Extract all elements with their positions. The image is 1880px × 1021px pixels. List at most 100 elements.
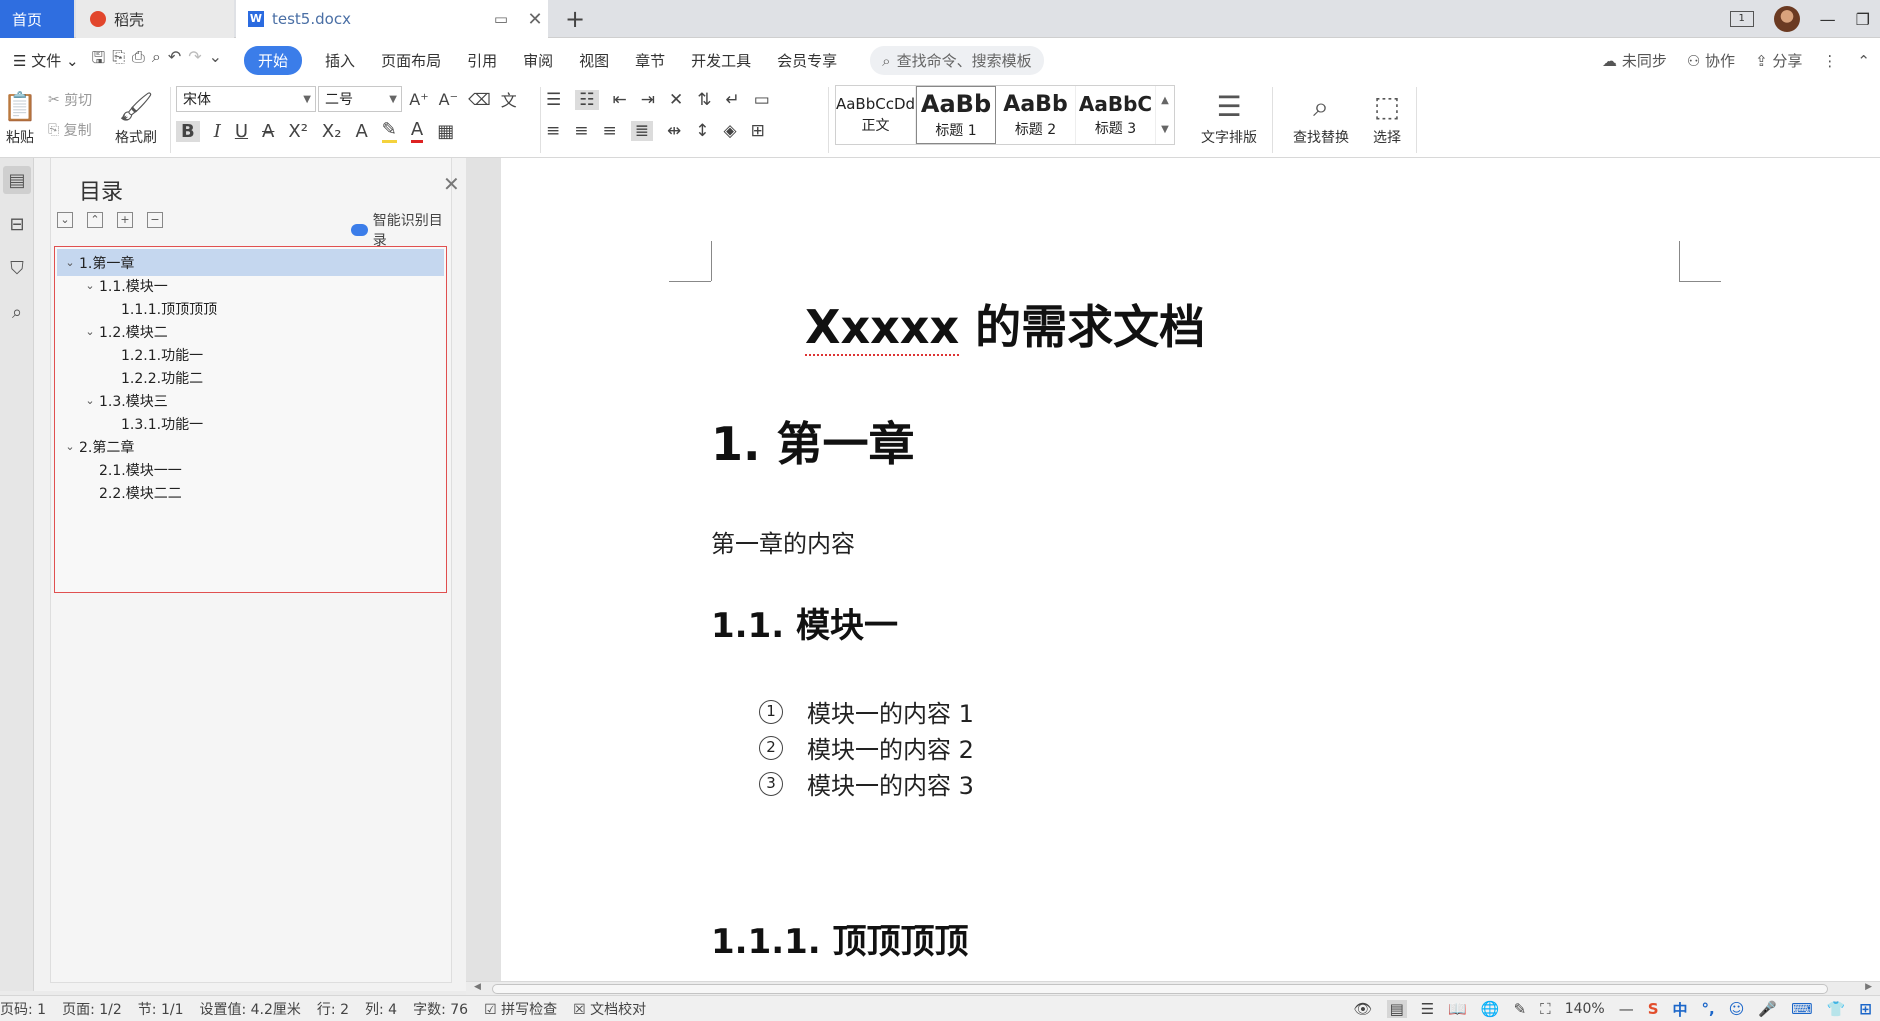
menu-tab-view[interactable]: 视图 <box>566 50 622 71</box>
smart-toc-button[interactable]: 智能识别目录 <box>351 210 451 250</box>
style-heading-3[interactable]: AaBbC 标题 3 <box>1076 86 1156 144</box>
web-view-icon[interactable]: 🌐 <box>1481 1000 1500 1018</box>
close-tab-icon[interactable]: ✕ <box>522 9 548 30</box>
chevron-up-icon[interactable]: ▲ <box>1161 95 1169 106</box>
chevron-down-icon[interactable]: ⌄ <box>81 279 99 292</box>
decrease-indent-icon[interactable]: ⇤ <box>613 90 627 110</box>
numbering-icon[interactable]: ☷ <box>575 90 599 110</box>
line-spacing-icon[interactable]: ↕ <box>695 121 709 141</box>
redo-icon[interactable]: ↷ <box>188 47 201 74</box>
collapse-ribbon-icon[interactable]: ⌃ <box>1857 52 1870 70</box>
monitor-icon[interactable]: ▭ <box>488 10 514 28</box>
proofread-button[interactable]: ☒ 文档校对 <box>573 999 646 1019</box>
bold-icon[interactable]: B <box>176 120 200 142</box>
cut-button[interactable]: ✂ 剪切 <box>48 89 92 111</box>
save-icon[interactable]: 🖫 <box>92 47 106 74</box>
chapter-icon[interactable]: ⊟ <box>3 210 31 238</box>
eye-protection-icon[interactable]: 👁 <box>1354 1000 1373 1018</box>
restore-icon[interactable]: ❐ <box>1856 10 1870 29</box>
menu-tab-page-layout[interactable]: 页面布局 <box>368 50 454 71</box>
text-effect-icon[interactable]: A <box>355 121 367 142</box>
horizontal-scrollbar[interactable]: ◀ ▶ <box>466 981 1880 995</box>
text-layout-button[interactable]: ☰ 文字排版 <box>1192 87 1266 147</box>
ime-punct-icon[interactable]: °, <box>1702 1000 1715 1018</box>
new-tab-button[interactable]: + <box>556 0 594 38</box>
tab-daoke[interactable]: 稻壳 <box>76 0 234 38</box>
menu-tab-member[interactable]: 会员专享 <box>764 50 850 71</box>
zoom-slider[interactable]: — <box>1619 1000 1634 1018</box>
toc-item[interactable]: 2.2.模块二二 <box>57 479 444 506</box>
phonetic-icon[interactable]: 文 <box>501 87 517 111</box>
style-gallery-scroll[interactable]: ▲ ▼ <box>1156 86 1174 144</box>
minimize-icon[interactable]: — <box>1820 10 1836 29</box>
subscript-icon[interactable]: X₂ <box>322 121 342 142</box>
scroll-left-icon[interactable]: ◀ <box>474 982 481 992</box>
undo-icon[interactable]: ↶ <box>168 47 181 74</box>
page-view-icon[interactable]: ▤ <box>1386 1000 1407 1018</box>
voice-icon[interactable]: 🎤 <box>1758 1000 1777 1018</box>
style-heading-1[interactable]: AaBb 标题 1 <box>916 86 996 144</box>
print-preview-icon[interactable]: ⌕ <box>152 47 161 74</box>
status-word-count[interactable]: 字数: 76 <box>413 999 468 1019</box>
share-button[interactable]: ⇪ 分享 <box>1755 50 1802 71</box>
increase-indent-icon[interactable]: ⇥ <box>641 90 655 110</box>
chevron-down-icon[interactable]: ⌄ <box>61 440 79 453</box>
chinese-layout-icon[interactable]: ✕ <box>669 90 683 110</box>
chevron-down-icon[interactable]: ⌄ <box>81 394 99 407</box>
search-icon[interactable]: ⌕ <box>3 298 31 326</box>
remove-heading-icon[interactable]: − <box>147 212 163 228</box>
reading-view-icon[interactable]: 📖 <box>1448 1000 1467 1018</box>
user-avatar[interactable] <box>1773 6 1800 32</box>
find-replace-button[interactable]: ⌕ 查找替换 <box>1284 87 1358 147</box>
distributed-icon[interactable]: ⇹ <box>667 121 681 141</box>
align-right-icon[interactable]: ≡ <box>603 121 617 141</box>
align-center-icon[interactable]: ≡ <box>574 121 588 141</box>
pen-icon[interactable]: ✎ <box>1514 1000 1527 1018</box>
bullets-icon[interactable]: ☰ <box>546 90 561 110</box>
menu-tab-chapter[interactable]: 章节 <box>622 50 678 71</box>
format-painter-button[interactable]: 🖌 格式刷 <box>108 87 164 147</box>
sort-icon[interactable]: ⇅ <box>697 90 711 110</box>
justify-icon[interactable]: ≣ <box>630 121 653 141</box>
tab-home[interactable]: 首页 <box>0 0 74 38</box>
underline-icon[interactable]: U <box>235 121 248 142</box>
print-icon[interactable]: ⎙ <box>132 47 145 74</box>
close-panel-icon[interactable]: ✕ <box>443 172 460 196</box>
copy-button[interactable]: ⎘ 复制 <box>48 119 92 141</box>
strikethrough-icon[interactable]: A <box>262 121 274 142</box>
command-search[interactable]: ⌕ 查找命令、搜索模板 <box>870 46 1044 75</box>
expand-all-icon[interactable]: ⌄ <box>57 212 73 228</box>
menu-tab-insert[interactable]: 插入 <box>312 50 368 71</box>
menu-tab-start[interactable]: 开始 <box>244 46 303 75</box>
chevron-down-icon[interactable]: ⌄ <box>81 325 99 338</box>
style-normal[interactable]: AaBbCcDd 正文 <box>836 86 916 144</box>
borders-icon[interactable]: ⊞ <box>751 121 765 141</box>
highlight-icon[interactable]: ✎ <box>381 119 397 143</box>
chevron-down-icon[interactable]: ⌄ <box>61 256 79 269</box>
scroll-right-icon[interactable]: ▶ <box>1865 982 1872 992</box>
collapse-all-icon[interactable]: ⌃ <box>87 212 103 228</box>
table-border-icon[interactable]: ▭ <box>754 90 770 110</box>
menu-tab-references[interactable]: 引用 <box>454 50 510 71</box>
skin-icon[interactable]: 👕 <box>1827 1000 1846 1018</box>
spell-check-button[interactable]: ☑ 拼写检查 <box>484 999 557 1019</box>
italic-icon[interactable]: I <box>214 121 221 142</box>
export-icon[interactable]: ⎘ <box>112 47 125 74</box>
emoji-icon[interactable]: ☺ <box>1729 1000 1745 1018</box>
document-page[interactable]: Xxxxx 的需求文档 1. 第一章 第一章的内容 1.1. 模块一 1 模块一的… <box>501 158 1880 981</box>
collab-button[interactable]: ⚇ 协作 <box>1687 50 1735 71</box>
tab-document[interactable]: W test5.docx ▭ ✕ <box>236 0 548 38</box>
zoom-level[interactable]: 140% <box>1565 1001 1605 1017</box>
show-marks-icon[interactable]: ↵ <box>726 90 740 110</box>
char-shading-icon[interactable]: ▦ <box>437 121 454 142</box>
chevron-down-icon[interactable]: ▼ <box>1161 124 1169 135</box>
menu-tab-developer[interactable]: 开发工具 <box>678 50 764 71</box>
window-layout-icon[interactable]: 1 <box>1729 11 1754 27</box>
grow-font-icon[interactable]: A⁺ <box>409 90 428 109</box>
ime-menu-icon[interactable]: ⊞ <box>1859 1000 1872 1018</box>
font-name-select[interactable]: 宋体 ▼ <box>176 86 316 112</box>
font-color-icon[interactable]: A <box>410 119 424 143</box>
outline-view-icon[interactable]: ☰ <box>1421 1000 1434 1018</box>
keyboard-icon[interactable]: ⌨ <box>1791 1000 1813 1018</box>
ime-logo-icon[interactable]: S <box>1648 1000 1659 1018</box>
